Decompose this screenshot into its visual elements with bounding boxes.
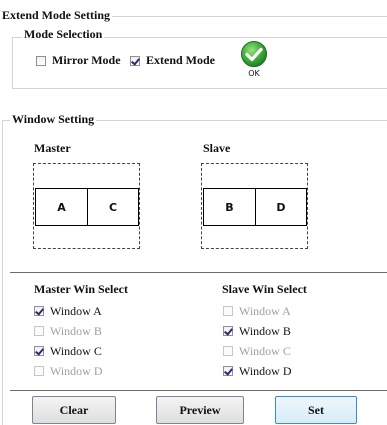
slave-window-d-checkbox[interactable] — [223, 366, 233, 376]
slave-window-d: D — [255, 188, 307, 226]
window-setting-title: Window Setting — [10, 112, 97, 126]
extend-mode-checkbox[interactable] — [130, 56, 140, 66]
slave-window-c-checkbox[interactable] — [223, 346, 233, 356]
master-window-c-label[interactable]: Window C — [50, 344, 102, 358]
slave-window-b-checkbox[interactable] — [223, 326, 233, 336]
slave-win-select-title: Slave Win Select — [222, 282, 307, 296]
ok-label: OK — [248, 69, 260, 78]
master-window-d-checkbox[interactable] — [34, 366, 44, 376]
master-window-c-checkbox[interactable] — [34, 346, 44, 356]
master-window-a-checkbox[interactable] — [34, 306, 44, 316]
master-window-b-label[interactable]: Window B — [50, 324, 102, 338]
window-setting-border-left — [2, 120, 3, 425]
set-button[interactable]: Set — [275, 396, 357, 424]
master-window-c: C — [87, 188, 139, 226]
mirror-mode-checkbox[interactable] — [36, 56, 46, 66]
clear-button[interactable]: Clear — [32, 396, 116, 424]
ok-button[interactable]: OK — [238, 40, 270, 80]
mode-selection-title: Mode Selection — [22, 27, 105, 41]
master-window-a-label[interactable]: Window A — [50, 304, 102, 318]
master-window-b-checkbox[interactable] — [34, 326, 44, 336]
mode-selection-border-left — [12, 37, 13, 88]
window-select-separator — [10, 272, 387, 273]
slave-window-d-label[interactable]: Window D — [239, 364, 292, 378]
master-label: Master — [34, 141, 71, 155]
slave-window-a-checkbox[interactable] — [223, 306, 233, 316]
master-win-select-title: Master Win Select — [34, 282, 128, 296]
ok-check-icon — [241, 41, 267, 67]
slave-window-c-label[interactable]: Window C — [239, 344, 291, 358]
slave-label: Slave — [203, 141, 231, 155]
extend-mode-label[interactable]: Extend Mode — [146, 53, 215, 67]
slave-window-b: B — [203, 188, 256, 226]
slave-window-b-label[interactable]: Window B — [239, 324, 291, 338]
preview-button[interactable]: Preview — [156, 396, 244, 424]
extend-mode-setting-title: Extend Mode Setting — [0, 8, 112, 22]
mirror-mode-label[interactable]: Mirror Mode — [52, 53, 121, 67]
mode-selection-border-bottom — [12, 88, 387, 89]
buttons-separator — [10, 390, 387, 391]
master-window-a: A — [35, 188, 88, 226]
master-window-d-label[interactable]: Window D — [50, 364, 103, 378]
slave-window-a-label[interactable]: Window A — [239, 304, 291, 318]
